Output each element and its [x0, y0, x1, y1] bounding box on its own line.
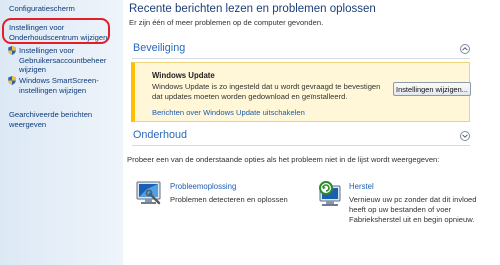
- sidebar: Configuratiescherm Instellingen voor Ond…: [0, 0, 123, 265]
- recovery-link[interactable]: Herstel: [349, 182, 374, 191]
- troubleshooting-description: Problemen detecteren en oplossen: [170, 195, 288, 204]
- expand-maintenance-chevron-down-icon[interactable]: [460, 131, 470, 141]
- windows-update-alert: Windows Update Windows Update is zo inge…: [131, 62, 471, 122]
- sidebar-item-change-uac-settings[interactable]: Instellingen voor Gebruikersaccountbehee…: [8, 46, 109, 75]
- change-settings-button[interactable]: Instellingen wijzigen...: [393, 82, 471, 96]
- sidebar-item-archived-messages[interactable]: Gearchiveerde berichten weergeven: [9, 110, 109, 129]
- page-title: Recente berichten lezen en problemen opl…: [129, 3, 376, 15]
- sidebar-item-label: Gearchiveerde berichten weergeven: [9, 110, 93, 129]
- sidebar-item-label: Configuratiescherm: [9, 4, 75, 13]
- disable-windows-update-messages-link[interactable]: Berichten over Windows Update uitschakel…: [152, 108, 305, 117]
- sidebar-item-label: Windows SmartScreen-instellingen wijzige…: [19, 76, 99, 95]
- section-title-maintenance[interactable]: Onderhoud: [133, 129, 187, 141]
- chevron-down-icon: [462, 134, 468, 138]
- sidebar-item-label: Instellingen voor Gebruikersaccountbehee…: [19, 46, 107, 74]
- recovery-description: Vernieuw uw pc zonder dat dit invloed he…: [349, 195, 477, 224]
- sidebar-item-smartscreen-settings[interactable]: Windows SmartScreen-instellingen wijzige…: [8, 76, 109, 95]
- page-description: Er zijn één of meer problemen op de comp…: [129, 18, 324, 27]
- uac-shield-icon: [8, 76, 16, 85]
- troubleshoot-icon[interactable]: [135, 181, 162, 206]
- section-divider: [132, 58, 470, 59]
- highlight-ring: [2, 18, 110, 44]
- help-text: Probeer een van de onderstaande opties a…: [127, 155, 440, 164]
- sidebar-item-control-panel[interactable]: Configuratiescherm: [9, 4, 75, 14]
- section-title-security[interactable]: Beveiliging: [133, 42, 185, 54]
- recovery-icon[interactable]: [318, 180, 342, 208]
- main-content: Recente berichten lezen en problemen opl…: [124, 0, 500, 265]
- uac-shield-icon: [8, 46, 16, 55]
- alert-text: Windows Update is zo ingesteld dat u wor…: [152, 82, 381, 101]
- troubleshooting-link[interactable]: Probleemoplossing: [170, 182, 236, 191]
- chevron-up-icon: [462, 47, 468, 51]
- collapse-security-chevron-up-icon[interactable]: [460, 44, 470, 54]
- section-divider: [132, 145, 470, 146]
- alert-title: Windows Update: [152, 71, 215, 80]
